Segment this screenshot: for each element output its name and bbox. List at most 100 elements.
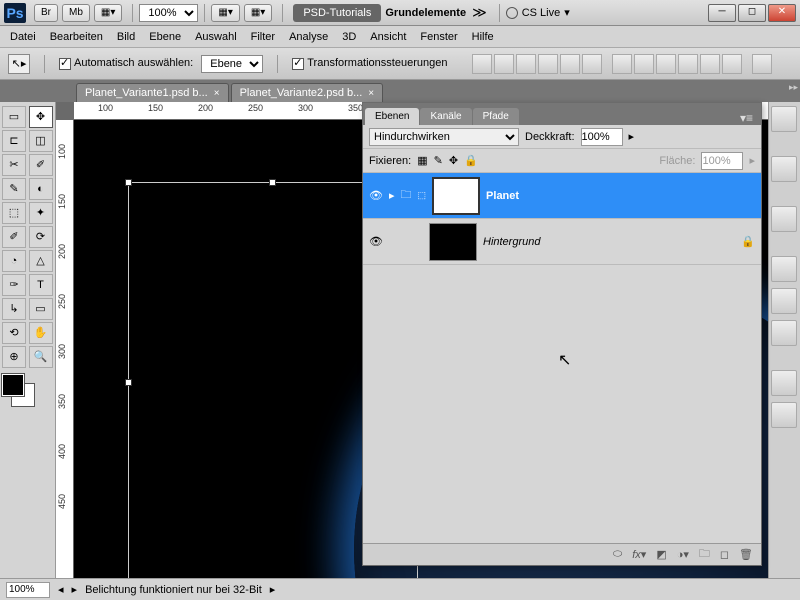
auto-align-icon[interactable] (752, 54, 772, 74)
tool-button[interactable]: ✋ (29, 322, 53, 344)
menu-bild[interactable]: Bild (117, 31, 135, 43)
tool-button[interactable]: ▭ (29, 298, 53, 320)
tool-button[interactable]: ✐ (2, 226, 26, 248)
more-workspaces-icon[interactable]: ≫ (472, 4, 487, 21)
dock-icon[interactable] (771, 206, 797, 232)
panel-menu-icon[interactable]: ▾≡ (732, 111, 761, 125)
tool-button[interactable]: ✂ (2, 154, 26, 176)
document-tab[interactable]: Planet_Variante2.psd b...× (231, 83, 384, 102)
tool-button[interactable]: ◐ (29, 178, 53, 200)
transform-controls-check[interactable]: Transformationssteuerungen (292, 57, 447, 69)
workspace-alt[interactable]: Grundelemente (385, 7, 466, 19)
tool-button[interactable]: ✐ (29, 154, 53, 176)
bridge-button[interactable]: Br (34, 4, 58, 22)
blend-mode-select[interactable]: Hindurchwirken (369, 128, 519, 146)
tool-button[interactable]: ⊏ (2, 130, 26, 152)
dock-icon[interactable] (771, 256, 797, 282)
close-tab-icon[interactable]: × (214, 88, 220, 99)
menu-auswahl[interactable]: Auswahl (195, 31, 237, 43)
distribute-icon[interactable] (656, 54, 676, 74)
adjustment-layer-icon[interactable]: ◑▾ (677, 548, 689, 561)
foreground-color[interactable] (2, 374, 24, 396)
menu-bearbeiten[interactable]: Bearbeiten (50, 31, 103, 43)
lock-pixels-icon[interactable]: ✎ (434, 154, 443, 167)
tool-button[interactable]: ⬚ (2, 202, 26, 224)
transform-handle[interactable] (125, 179, 132, 186)
screen-mode-button[interactable]: ▦▾ (94, 4, 122, 22)
align-icon[interactable] (472, 54, 492, 74)
maximize-button[interactable]: ◻ (738, 4, 766, 22)
fill-input[interactable] (701, 152, 743, 170)
distribute-icon[interactable] (612, 54, 632, 74)
dock-icon[interactable] (771, 320, 797, 346)
status-nav-icon[interactable]: ▸ (72, 583, 78, 596)
layer-row[interactable]: 👁 ▸ 🗀 ⬚ Planet (363, 173, 761, 219)
align-icon[interactable] (516, 54, 536, 74)
menu-ebene[interactable]: Ebene (149, 31, 181, 43)
menu-datei[interactable]: Datei (10, 31, 36, 43)
arrange-button[interactable]: ▦▾ (244, 4, 272, 22)
dock-icon[interactable] (771, 156, 797, 182)
zoom-select[interactable]: 100% (139, 4, 198, 22)
tab-pfade[interactable]: Pfade (473, 108, 519, 125)
link-layers-icon[interactable]: ⬭ (613, 548, 622, 561)
expand-group-icon[interactable]: ▸ (389, 189, 395, 202)
tool-button[interactable]: ◫ (29, 130, 53, 152)
document-tab[interactable]: Planet_Variante1.psd b...× (76, 83, 229, 102)
auto-select-check[interactable]: Automatisch auswählen: (59, 57, 193, 69)
layer-name[interactable]: Hintergrund (483, 236, 735, 248)
tool-button[interactable]: △ (29, 250, 53, 272)
status-nav-icon[interactable]: ◂ (58, 583, 64, 596)
lock-position-icon[interactable]: ✥ (449, 154, 458, 167)
current-tool-icon[interactable]: ↖▸ (8, 54, 30, 74)
visibility-icon[interactable]: 👁 (369, 189, 383, 202)
new-layer-icon[interactable]: ◻ (720, 548, 729, 561)
distribute-icon[interactable] (634, 54, 654, 74)
tool-button[interactable]: ✎ (2, 178, 26, 200)
tool-button[interactable]: ◔ (2, 250, 26, 272)
tool-button[interactable]: ✦ (29, 202, 53, 224)
minimize-button[interactable]: ─ (708, 4, 736, 22)
minibridge-button[interactable]: Mb (62, 4, 90, 22)
tool-button[interactable]: ⟳ (29, 226, 53, 248)
ruler-vertical[interactable]: 100150200250300350400450 (56, 120, 74, 578)
menu-fenster[interactable]: Fenster (420, 31, 457, 43)
auto-select-target[interactable]: Ebene (201, 55, 263, 73)
dock-icon[interactable] (771, 402, 797, 428)
transform-handle[interactable] (269, 179, 276, 186)
dock-icon[interactable] (771, 106, 797, 132)
layer-name[interactable]: Planet (486, 190, 755, 202)
cslive-button[interactable]: CS Live ▾ (506, 6, 570, 19)
menu-ansicht[interactable]: Ansicht (370, 31, 406, 43)
tool-button[interactable]: ✑ (2, 274, 26, 296)
tool-button[interactable]: ⊕ (2, 346, 26, 368)
layer-thumbnail[interactable] (432, 177, 480, 215)
layer-row[interactable]: 👁 Hintergrund 🔒 (363, 219, 761, 265)
collapse-panels-icon[interactable]: ▸▸ (789, 82, 798, 93)
close-button[interactable]: ✕ (768, 4, 796, 22)
tool-button[interactable]: ▭ (2, 106, 26, 128)
align-icon[interactable] (582, 54, 602, 74)
visibility-icon[interactable]: 👁 (369, 235, 383, 248)
tool-button[interactable]: 🔍 (29, 346, 53, 368)
menu-hilfe[interactable]: Hilfe (472, 31, 494, 43)
menu-analyse[interactable]: Analyse (289, 31, 328, 43)
distribute-icon[interactable] (678, 54, 698, 74)
menu-filter[interactable]: Filter (251, 31, 275, 43)
lock-all-icon[interactable]: 🔒 (464, 154, 478, 167)
tool-button[interactable]: ⟲ (2, 322, 26, 344)
fill-flyout-icon[interactable]: ▸ (749, 154, 755, 167)
tab-ebenen[interactable]: Ebenen (365, 108, 419, 125)
dock-icon[interactable] (771, 370, 797, 396)
menu-3d[interactable]: 3D (342, 31, 356, 43)
layer-thumbnail[interactable] (429, 223, 477, 261)
group-icon[interactable]: 🗀 (699, 545, 710, 564)
opacity-input[interactable] (581, 128, 623, 146)
close-tab-icon[interactable]: × (368, 88, 374, 99)
status-flyout-icon[interactable]: ▸ (270, 583, 276, 596)
distribute-icon[interactable] (700, 54, 720, 74)
layer-mask-icon[interactable]: ◩ (656, 548, 666, 561)
align-icon[interactable] (538, 54, 558, 74)
distribute-icon[interactable] (722, 54, 742, 74)
color-swatches[interactable] (2, 374, 42, 410)
